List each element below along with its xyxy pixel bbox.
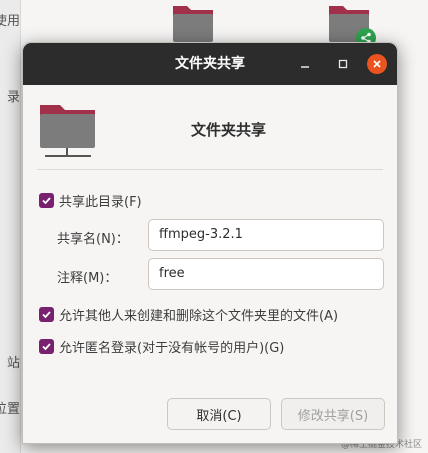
checkbox-checked-icon[interactable] xyxy=(39,193,54,208)
folder-icon[interactable] xyxy=(170,2,216,44)
share-name-label: 共享名(N)： xyxy=(57,232,129,247)
folder-sharing-dialog: 文件夹共享 文件夹共享 共享此目录(F) 共享名(N)： ffmpeg-3.2.… xyxy=(22,42,398,444)
shared-folder-icon[interactable] xyxy=(326,2,376,48)
dialog-titlebar[interactable]: 文件夹共享 xyxy=(23,43,397,85)
modify-share-button[interactable]: 修改共享(S) xyxy=(281,398,385,430)
maximize-button[interactable] xyxy=(333,54,353,74)
sidebar-item-text[interactable]: 录 xyxy=(0,86,20,105)
dialog-heading: 文件夹共享 xyxy=(191,121,267,139)
close-icon xyxy=(373,60,381,68)
minimize-icon xyxy=(301,66,309,68)
cancel-button[interactable]: 取消(C) xyxy=(167,398,271,430)
allow-others-checkbox[interactable]: 允许其他人来创建和删除这个文件夹里的文件(A) xyxy=(39,305,338,324)
file-manager-sidebar: 使用 录 站 位置 xyxy=(0,0,21,453)
comment-label: 注释(M)： xyxy=(57,271,118,286)
allow-others-label: 允许其他人来创建和删除这个文件夹里的文件(A) xyxy=(59,309,339,324)
share-name-field[interactable]: ffmpeg-3.2.1 xyxy=(148,219,384,251)
share-folder-checkbox[interactable]: 共享此目录(F) xyxy=(39,191,142,210)
shared-folder-icon xyxy=(37,101,99,163)
separator xyxy=(37,169,383,170)
close-button[interactable] xyxy=(367,54,387,74)
checkbox-checked-icon[interactable] xyxy=(39,307,54,322)
minimize-button[interactable] xyxy=(295,54,315,74)
checkbox-checked-icon[interactable] xyxy=(39,339,54,354)
guest-access-checkbox[interactable]: 允许匿名登录(对于没有帐号的用户)(G) xyxy=(39,337,284,356)
sidebar-item-text[interactable]: 站 xyxy=(0,352,20,371)
share-folder-label: 共享此目录(F) xyxy=(59,195,142,210)
sidebar-item-text[interactable]: 位置 xyxy=(0,398,20,417)
sidebar-item-text[interactable]: 使用 xyxy=(0,10,20,29)
comment-field[interactable]: free xyxy=(148,258,384,290)
maximize-icon xyxy=(338,59,348,69)
guest-access-label: 允许匿名登录(对于没有帐号的用户)(G) xyxy=(59,341,285,356)
dialog-header: 文件夹共享 xyxy=(23,93,397,163)
